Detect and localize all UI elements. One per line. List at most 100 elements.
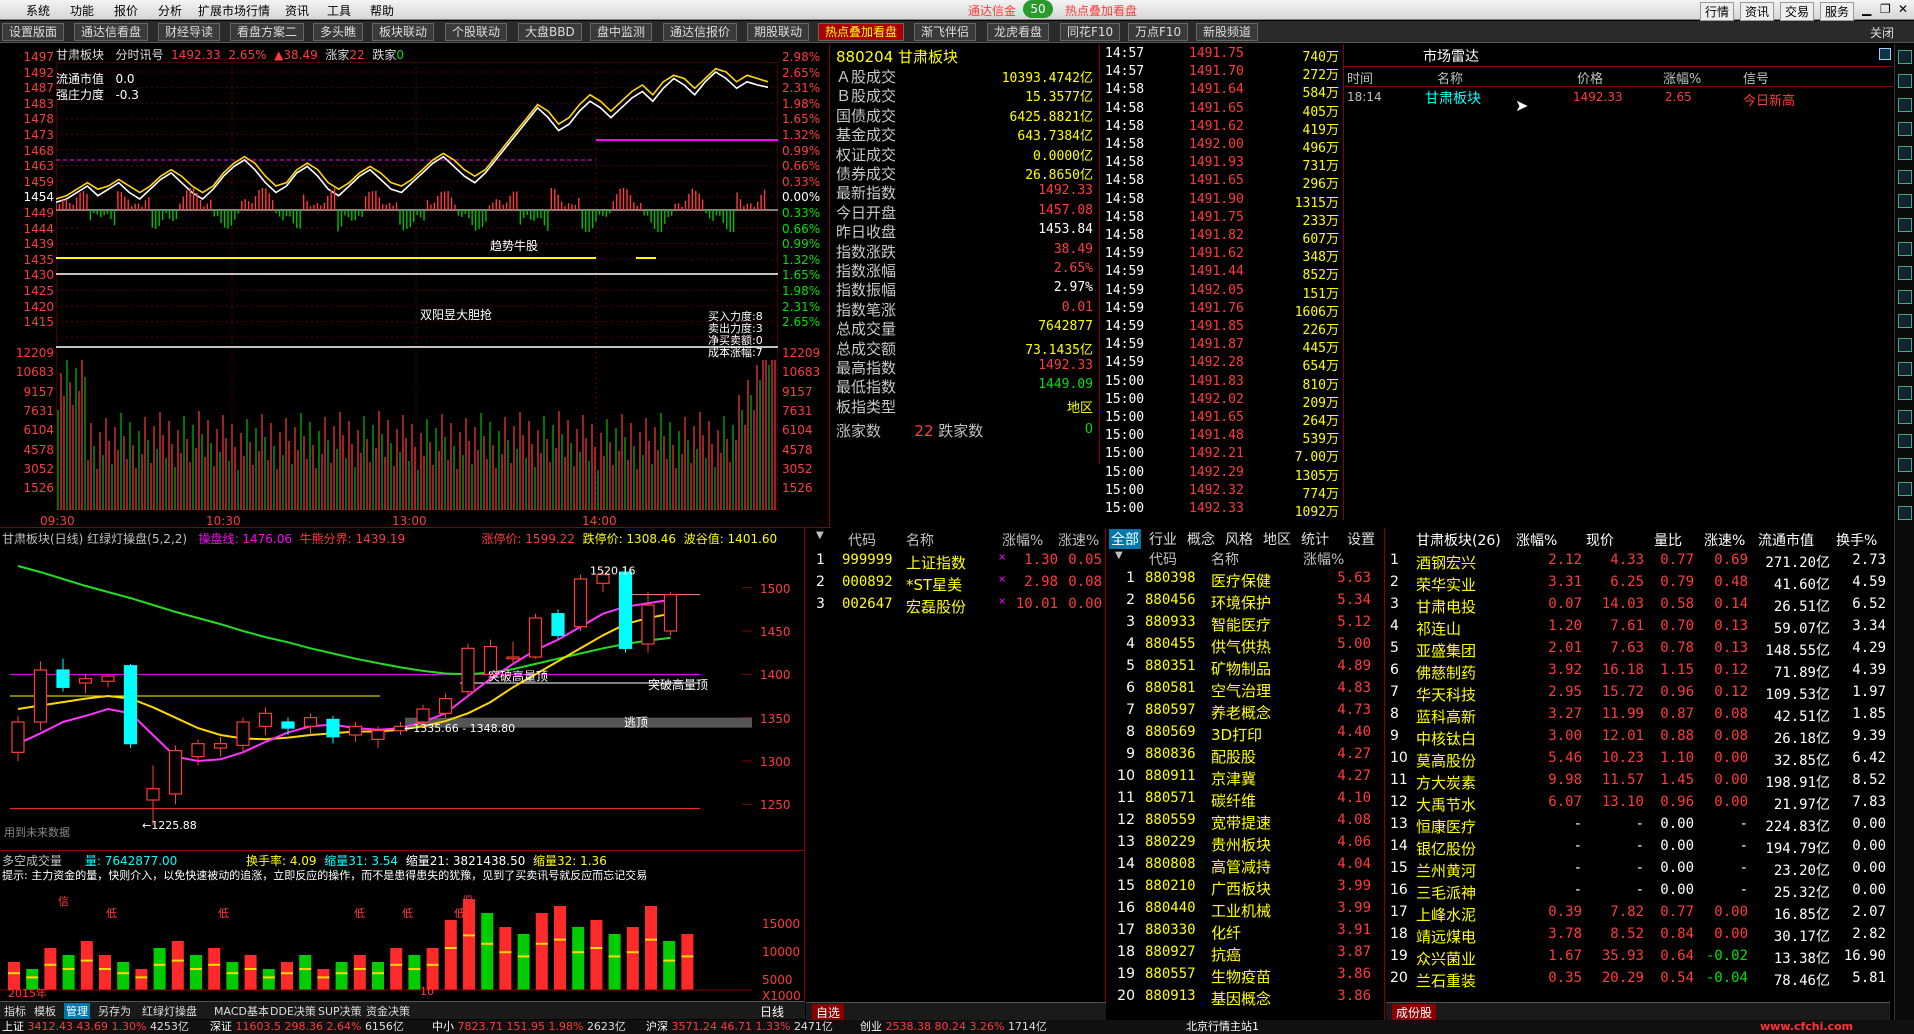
constituent-cell[interactable]: 靖远煤电 [1416,926,1516,947]
constituent-header[interactable]: 涨速% [1704,530,1745,550]
status-index-1[interactable]: 深证 11603.5 298.36 2.64% 6156亿 [210,1020,404,1034]
sector-row-code[interactable]: 880440 [1145,900,1196,916]
watch-row-name[interactable]: *ST星美 [906,574,962,595]
side-news-icon[interactable] [1898,146,1912,160]
sector-row-name[interactable]: 碳纤维 [1211,790,1256,811]
tab-ths-f10[interactable]: 同花F10 [1060,23,1121,41]
sector-row-name[interactable]: 工业机械 [1211,900,1271,921]
sector-row-code[interactable]: 880571 [1145,790,1196,806]
side-time-icon[interactable] [1898,386,1912,400]
radar-row-name[interactable]: 甘肃板块 [1425,88,1481,108]
indicator-tab[interactable]: 另存为 [96,1003,133,1019]
constituent-cell[interactable]: 方大炭素 [1416,772,1516,793]
status-index-2[interactable]: 中小 7823.71 151.95 1.98% 2623亿 [432,1020,626,1034]
tab-futures-link[interactable]: 期股联动 [747,23,810,41]
volume-plot[interactable]: 信低低低低低信 [0,895,752,999]
constituent-header[interactable]: 量比 [1654,530,1682,550]
sector-row-name[interactable]: 生物疫苗 [1211,966,1271,987]
sector-row-code[interactable]: 880808 [1145,856,1196,872]
constituent-cell[interactable]: 佛慈制药 [1416,662,1516,683]
tab-stock-link[interactable]: 个股联动 [445,23,508,41]
tab-wandian-f10[interactable]: 万点F10 [1128,23,1189,41]
watch-row-code[interactable]: 000892 [842,574,893,590]
sector-row-name[interactable]: 环境保护 [1211,592,1271,613]
constituent-cell[interactable]: 众兴菌业 [1416,948,1516,969]
menu-function[interactable]: 功能 [70,2,94,19]
tab-finance-guide[interactable]: 财经导读 [158,23,221,41]
sector-row-code[interactable]: 880456 [1145,592,1196,608]
constituent-cell[interactable]: 荣华实业 [1416,574,1516,595]
tab-hotspot-overlay[interactable]: 热点叠加看盘 [818,23,905,41]
sector-tab[interactable]: 地区 [1261,529,1293,549]
sector-tab[interactable]: 概念 [1185,529,1217,549]
side-filter-icon[interactable] [1898,290,1912,304]
close-link[interactable]: 关闭 [1870,24,1894,41]
sector-row-code[interactable]: 880597 [1145,702,1196,718]
constituent-cell[interactable]: 银亿股份 [1416,838,1516,859]
constituent-header[interactable]: 换手% [1836,530,1877,550]
sort-icon[interactable]: ▼ [816,530,824,541]
constituent-cell[interactable]: 莫高股份 [1416,750,1516,771]
button-trade[interactable]: 交易 [1780,2,1815,21]
sector-row-code[interactable]: 880398 [1145,570,1196,586]
side-sector-icon[interactable] [1898,218,1912,232]
status-index-0[interactable]: 上证 3412.43 43.69 1.30% 4253亿 [2,1020,189,1034]
tab-plan-two[interactable]: 看盘方案二 [230,23,305,41]
constituent-cell[interactable]: 三毛派神 [1416,882,1516,903]
sector-header-code[interactable]: 代码 [1149,549,1177,569]
sector-row-code[interactable]: 880836 [1145,746,1196,762]
kline-plot[interactable]: 1520.16←1225.88←1335.66 - 1348.80突破高量顶突破… [0,546,752,846]
constituent-cell[interactable]: 上峰水泥 [1416,904,1516,925]
indicator-tab[interactable]: 模板 [32,1003,58,1019]
restore-icon[interactable]: ❐ [1880,2,1891,16]
watch-row-name[interactable]: 宏磊股份 [906,596,966,617]
constituent-header[interactable]: 涨幅% [1516,530,1557,550]
indicator-tab[interactable]: DDE决策 [268,1003,318,1019]
status-index-4[interactable]: 创业 2538.38 80.24 3.26% 1714亿 [860,1020,1047,1034]
sector-row-code[interactable]: 880330 [1145,922,1196,938]
watch-row-name[interactable]: 上证指数 [906,552,966,573]
constituent-cell[interactable]: 酒钢宏兴 [1416,552,1516,573]
sector-row-name[interactable]: 高管减持 [1211,856,1271,877]
constituent-cell[interactable]: 大禹节水 [1416,794,1516,815]
sector-row-name[interactable]: 养老概念 [1211,702,1271,723]
side-grid-icon[interactable] [1898,338,1912,352]
tab-ipo-channel[interactable]: 新股频道 [1196,23,1259,41]
side-alert-icon[interactable] [1898,170,1912,184]
sector-row-code[interactable]: 880351 [1145,658,1196,674]
watch-row-code[interactable]: 999999 [842,552,893,568]
intraday-plot[interactable] [56,62,778,510]
constituent-header[interactable]: 现价 [1586,530,1614,550]
tab-constituents[interactable]: 成份股 [1392,1004,1437,1021]
sector-row-code[interactable]: 880455 [1145,636,1196,652]
menu-system[interactable]: 系统 [26,2,50,19]
sector-row-name[interactable]: 空气治理 [1211,680,1271,701]
menu-tools[interactable]: 工具 [327,2,351,19]
watch-header-name[interactable]: 名称 [906,530,934,550]
sector-row-name[interactable]: 医疗保健 [1211,570,1271,591]
sector-row-name[interactable]: 基因概念 [1211,988,1271,1009]
menu-extended-market[interactable]: 扩展市场行情 [198,2,270,19]
watch-header-speed[interactable]: 涨速% [1058,530,1099,550]
side-kline-icon[interactable] [1898,98,1912,112]
tab-layout-settings[interactable]: 设置版面 [2,23,65,41]
sector-row-code[interactable]: 880581 [1145,680,1196,696]
constituent-cell[interactable]: 中核钛白 [1416,728,1516,749]
sector-row-name[interactable]: 供气供热 [1211,636,1271,657]
menu-analysis[interactable]: 分析 [158,2,182,19]
sector-row-code[interactable]: 880913 [1145,988,1196,1004]
indicator-tab[interactable]: 指标 [2,1003,28,1019]
sector-row-name[interactable]: 贵州板块 [1211,834,1271,855]
tab-intraday-monitor[interactable]: 盘中监测 [590,23,653,41]
side-exit-icon[interactable] [1898,506,1912,520]
constituent-cell[interactable]: 甘肃电投 [1416,596,1516,617]
side-chart-icon[interactable] [1898,50,1912,64]
button-news[interactable]: 资讯 [1740,2,1775,21]
menu-news[interactable]: 资讯 [285,2,309,19]
sector-header-name[interactable]: 名称 [1211,549,1239,569]
sector-header-pct[interactable]: 涨幅% [1303,549,1344,569]
tab-market-bbd[interactable]: 大盘BBD [518,23,582,41]
constituent-cell[interactable]: 华天科技 [1416,684,1516,705]
indicator-tab[interactable]: 红绿灯操盘 [140,1003,199,1019]
sector-row-name[interactable]: 矿物制品 [1211,658,1271,679]
